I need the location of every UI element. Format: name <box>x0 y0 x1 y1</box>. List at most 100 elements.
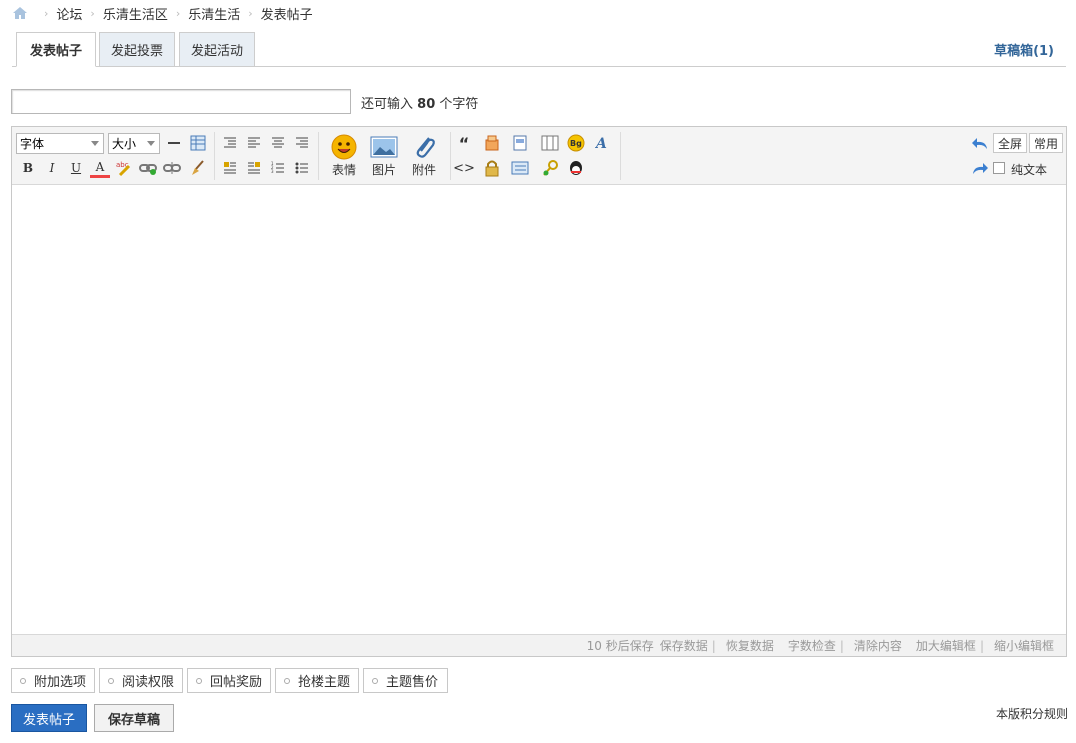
breadcrumb-separator-icon: › <box>90 6 95 20</box>
bold-button[interactable]: B <box>18 158 38 178</box>
tab-post[interactable]: 发表帖子 <box>16 32 96 67</box>
editor: 字体 大小 B I U A abc 1 2 3 表情 图片 附件 “ Bg A … <box>11 126 1067 657</box>
breadcrumb-zone[interactable]: 乐清生活区 <box>103 4 168 23</box>
align-center-icon[interactable] <box>268 133 288 153</box>
italic-button[interactable]: I <box>42 158 62 178</box>
align-right-icon[interactable] <box>292 133 312 153</box>
link-icon[interactable] <box>138 158 158 178</box>
highlight-icon[interactable]: abc <box>114 158 134 178</box>
quote-button[interactable]: “ <box>454 133 474 153</box>
save-draft-button[interactable]: 保存草稿 <box>94 704 174 732</box>
enlarge-editor-link[interactable]: 加大编辑框 <box>916 637 976 654</box>
word-check-link[interactable]: 字数检查 <box>788 637 836 654</box>
clear-content-link[interactable]: 清除内容 <box>854 637 902 654</box>
qq-icon[interactable] <box>566 158 586 178</box>
editor-toolbar: 字体 大小 B I U A abc 1 2 3 表情 图片 附件 “ Bg A … <box>12 127 1066 185</box>
toolbar-separator <box>620 132 621 180</box>
autosave-status: 10 秒后保存 <box>586 639 654 653</box>
float-image-right-icon[interactable] <box>244 158 264 178</box>
chevron-down-icon <box>147 141 155 146</box>
remaining-suffix: 个字符 <box>439 97 479 112</box>
remaining-count: 80 <box>417 97 436 112</box>
font-select-label: 字体 <box>20 137 45 151</box>
editor-content-area[interactable] <box>12 185 1066 634</box>
font-color-button[interactable]: A <box>90 158 110 178</box>
remaining-chars: 还可输入 80 个字符 <box>361 93 478 112</box>
editor-statusbar: 10 秒后保存 保存数据 | 恢复数据 字数检查 | 清除内容 加大编辑框 | … <box>12 634 1066 656</box>
emoticon-label: 表情 <box>331 163 356 177</box>
free-tag-icon[interactable] <box>482 133 502 153</box>
horizontal-rule-icon[interactable] <box>164 133 184 153</box>
emoticon-button[interactable]: 表情 <box>326 133 362 181</box>
code-button[interactable]: <> <box>453 158 475 178</box>
ordered-list-icon[interactable]: 123 <box>268 158 288 178</box>
image-icon <box>370 133 398 161</box>
svg-text:A: A <box>595 136 607 152</box>
option-extra-label: 附加选项 <box>34 675 87 690</box>
clear-format-icon[interactable] <box>188 158 208 178</box>
float-left-icon[interactable] <box>220 133 240 153</box>
align-left-icon[interactable] <box>244 133 264 153</box>
restore-data-link[interactable]: 恢复数据 <box>726 637 774 654</box>
breadcrumb-separator-icon: › <box>44 6 49 20</box>
breadcrumb-separator-icon: › <box>248 6 253 20</box>
breadcrumb-board[interactable]: 乐清生活 <box>188 4 240 23</box>
tab-poll[interactable]: 发起投票 <box>99 32 175 67</box>
submit-post-button[interactable]: 发表帖子 <box>11 704 87 732</box>
breadcrumb: › 论坛 › 乐清生活区 › 乐清生活 › 发表帖子 <box>12 4 313 23</box>
attachment-button[interactable]: 附件 <box>406 133 442 181</box>
breadcrumb-forum[interactable]: 论坛 <box>56 4 82 23</box>
chevron-down-icon <box>91 141 99 146</box>
page-break-icon[interactable] <box>510 133 530 153</box>
columns-icon[interactable] <box>540 133 560 153</box>
bullet-icon <box>196 677 202 684</box>
unlink-icon[interactable] <box>162 158 182 178</box>
image-button[interactable]: 图片 <box>366 133 402 181</box>
size-select[interactable]: 大小 <box>108 133 160 154</box>
background-icon[interactable]: Bg <box>566 133 586 153</box>
option-topic-price-label: 主题售价 <box>386 675 439 690</box>
tab-activity[interactable]: 发起活动 <box>179 32 255 67</box>
undo-icon[interactable] <box>970 134 990 154</box>
option-read-permission[interactable]: 阅读权限 <box>99 668 183 693</box>
option-topic-price[interactable]: 主题售价 <box>363 668 448 693</box>
draft-box-link[interactable]: 草稿箱(1) <box>994 40 1054 59</box>
option-extra[interactable]: 附加选项 <box>11 668 95 693</box>
image-label: 图片 <box>371 163 396 177</box>
index-icon[interactable] <box>510 158 530 178</box>
breadcrumb-current: 发表帖子 <box>260 7 313 23</box>
toolbar-separator <box>214 132 215 180</box>
option-reply-reward-label: 回帖奖励 <box>210 675 263 690</box>
bullet-icon <box>20 677 26 684</box>
redo-icon[interactable] <box>970 159 990 179</box>
underline-button[interactable]: U <box>66 158 86 178</box>
font-style-icon[interactable]: A <box>594 133 614 153</box>
option-reply-reward[interactable]: 回帖奖励 <box>187 668 271 693</box>
subject-input[interactable] <box>11 89 351 114</box>
board-rules-link[interactable]: 本版积分规则 <box>996 705 1068 722</box>
plain-text-checkbox[interactable] <box>993 162 1005 174</box>
pipe-separator: | <box>979 638 984 653</box>
svg-text:Bg: Bg <box>570 139 582 148</box>
option-floor-rush[interactable]: 抢楼主题 <box>275 668 359 693</box>
save-data-link[interactable]: 保存数据 <box>660 637 708 654</box>
home-icon[interactable] <box>12 6 28 20</box>
pipe-separator: | <box>711 638 716 653</box>
float-image-left-icon[interactable] <box>220 158 240 178</box>
table-icon[interactable] <box>188 133 208 153</box>
option-read-permission-label: 阅读权限 <box>122 675 175 690</box>
bullet-icon <box>108 677 114 684</box>
breadcrumb-separator-icon: › <box>175 6 181 20</box>
hide-content-icon[interactable] <box>482 158 502 178</box>
attachment-label: 附件 <box>411 163 436 177</box>
fullscreen-button[interactable]: 全屏 <box>993 133 1028 153</box>
password-icon[interactable] <box>540 158 560 178</box>
plain-text-label: 纯文本 <box>1011 163 1048 177</box>
unordered-list-icon[interactable] <box>292 158 312 178</box>
common-button[interactable]: 常用 <box>1029 133 1064 153</box>
shrink-editor-link[interactable]: 缩小编辑框 <box>994 637 1054 654</box>
option-floor-rush-label: 抢楼主题 <box>298 675 351 690</box>
paperclip-icon <box>411 133 437 161</box>
font-select[interactable]: 字体 <box>16 133 104 154</box>
pipe-separator: | <box>839 638 844 653</box>
